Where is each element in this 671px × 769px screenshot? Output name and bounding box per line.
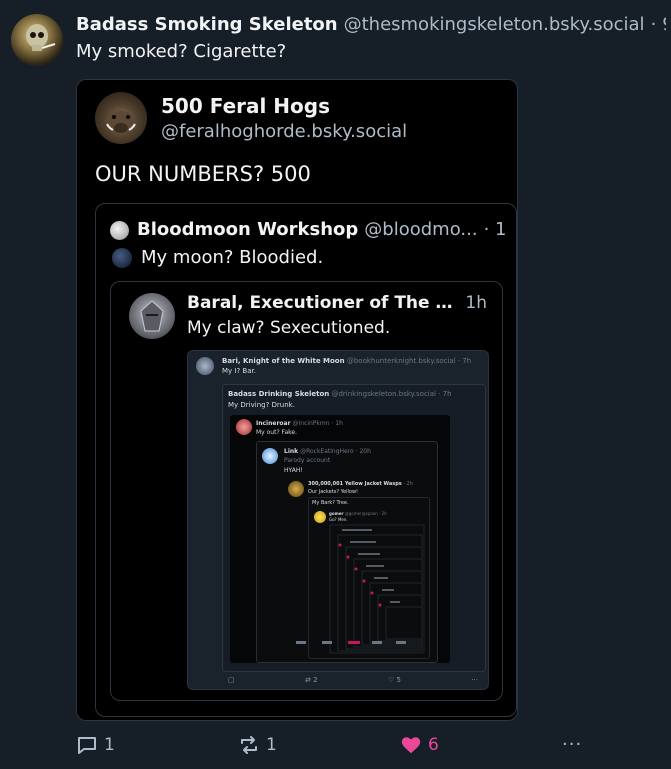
ss-reply-icon: ▢ [228, 676, 235, 684]
ss7-text: Go? Men. [329, 517, 348, 522]
repost-count: 1 [266, 735, 277, 755]
ss1-name: Bari, Knight of the White Moon [222, 357, 345, 365]
post-text: My smoked? Cigarette? [76, 41, 287, 62]
reply-icon [78, 737, 96, 754]
ss7-name: gomer [329, 511, 344, 516]
reply-count: 1 [104, 735, 115, 755]
ss5-meta: · 2h [403, 481, 413, 487]
quote2-time[interactable]: · 16h [484, 219, 507, 240]
ss2-name: Badass Drinking Skeleton [228, 390, 330, 398]
like-count: 6 [428, 735, 439, 755]
more-options-button[interactable]: ··· [562, 734, 582, 755]
quote2-text: My moon? Bloodied. [141, 247, 324, 268]
quote2-author-name[interactable]: Bloodmoon Workshop [137, 219, 358, 240]
armor-icon [140, 300, 164, 332]
ss4-text: HYAH! [284, 467, 303, 474]
ss4-avatar [262, 448, 278, 464]
ss2-text: My Driving? Drunk. [228, 401, 295, 409]
ss1-text: My I? Bar. [222, 367, 256, 375]
ss4-badge: Parody account [284, 457, 331, 464]
post-separator: · [650, 14, 657, 35]
moon-icon [112, 248, 132, 268]
repost-button[interactable]: 1 [238, 734, 277, 756]
ss5-text: Our Jackets? Yellow! [308, 489, 359, 495]
quote3-avatar[interactable] [129, 293, 175, 339]
ss3-meta: @IncinPkmn · 1h [292, 420, 343, 427]
ss-repost: ⇄ 2 [305, 676, 318, 684]
quote1-avatar[interactable] [95, 92, 147, 144]
heart-icon [401, 737, 421, 754]
quote1-author-name[interactable]: 500 Feral Hogs [161, 94, 330, 118]
ss7-meta: @gomer@spoon · 2h [344, 511, 387, 516]
ss-like-count: 5 [396, 676, 401, 684]
quote3-text: My claw? Sexecutioned. [187, 318, 391, 338]
reply-button[interactable]: 1 [76, 734, 115, 756]
ss4-meta: @RockEatingHero · 20h [300, 448, 371, 455]
ss1-avatar [196, 357, 214, 375]
ss5-avatar [288, 481, 304, 497]
ss6-text: My Bark? Tree. [312, 500, 349, 506]
hog-icon [106, 111, 136, 133]
ss-repost-icon: ⇄ [305, 676, 311, 684]
quote2-avatar[interactable] [110, 221, 129, 240]
ss3-name: Incineroar [256, 420, 291, 427]
ss3-avatar [236, 419, 252, 435]
quote1-author-handle[interactable]: @feralhoghorde.bsky.social [161, 121, 407, 142]
repost-icon [241, 736, 257, 754]
ss5-name: 300,000,001 Yellow Jacket Wasps [308, 481, 402, 487]
ss7-avatar [314, 511, 326, 523]
ss-like: ♡ 5 [388, 676, 401, 684]
post-time[interactable]: 9h [662, 14, 666, 35]
quote2-author-handle[interactable]: @bloodmo... [364, 219, 477, 240]
post-author-name[interactable]: Badass Smoking Skeleton [76, 14, 338, 35]
inner-actions-graphic [296, 641, 406, 644]
ss-repost-count: 2 [313, 676, 318, 684]
ss-more-icon: ··· [471, 676, 478, 684]
ss-like-icon: ♡ [387, 676, 395, 684]
ss2-meta: @drinkingskeleton.bsky.social · 7h [331, 390, 452, 398]
post-avatar[interactable] [11, 14, 63, 66]
ss1-meta: @bookhunterknight.bsky.social · 7h [346, 357, 472, 365]
embedded-screenshot[interactable]: Bari, Knight of the White Moon @bookhunt… [187, 350, 489, 690]
like-button[interactable]: 6 [400, 734, 439, 756]
post-author-handle[interactable]: @thesmokingskeleton.bsky.social [344, 14, 645, 35]
more-icon: ··· [562, 734, 583, 755]
ss4-name: Link [284, 448, 299, 455]
ss3-text: My out? Fake. [256, 429, 297, 436]
quote1-text: OUR NUMBERS? 500 [95, 162, 311, 186]
skull-icon [26, 24, 56, 51]
quote3-time[interactable]: 1h [465, 293, 487, 313]
quote3-author-name[interactable]: Baral, Executioner of The Head ... [187, 293, 455, 313]
